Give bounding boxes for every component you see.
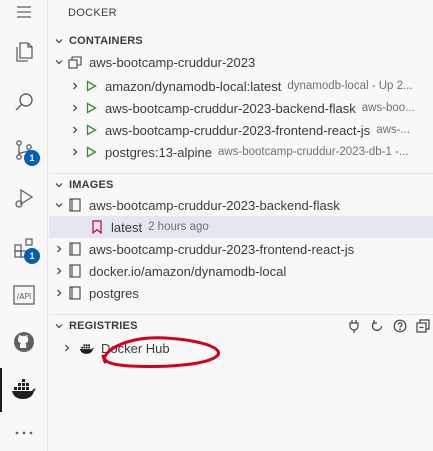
plug-icon[interactable] (346, 318, 362, 334)
container-desc: dynamodb-local - Up 2... (287, 80, 413, 92)
refresh-icon[interactable] (369, 318, 385, 334)
container-desc: aws-... (376, 124, 411, 136)
more-icon[interactable] (0, 418, 48, 448)
registries-toolbar (346, 318, 431, 334)
menu-icon[interactable] (0, 0, 48, 24)
chevron-right-icon (51, 266, 67, 276)
github-icon[interactable] (0, 320, 48, 364)
image-name: aws-bootcamp-cruddur-2023-backend-flask (89, 197, 340, 213)
api-icon[interactable]: /API (0, 273, 48, 317)
image-icon (67, 263, 83, 279)
image-tag-desc: 2 hours ago (148, 221, 209, 233)
compose-group-icon (67, 54, 83, 70)
containers-header-label: CONTAINERS (69, 35, 143, 47)
docker-icon[interactable] (0, 368, 48, 412)
chevron-right-icon (67, 103, 83, 113)
image-row[interactable]: docker.io/amazon/dynamodb-local (49, 260, 433, 282)
chevron-right-icon (67, 125, 83, 135)
extensions-icon[interactable]: 1 (0, 226, 48, 270)
chevron-right-icon (67, 81, 83, 91)
registry-name: Docker Hub (101, 340, 170, 356)
running-icon (83, 122, 99, 138)
source-control-icon[interactable]: 1 (0, 128, 48, 172)
registry-row[interactable]: Docker Hub (49, 337, 433, 359)
images-header-label: IMAGES (69, 178, 114, 191)
source-control-badge: 1 (24, 150, 40, 166)
extensions-badge: 1 (24, 248, 40, 264)
image-row[interactable]: postgres (49, 282, 433, 304)
container-group-row[interactable]: aws-bootcamp-cruddur-2023 (49, 51, 433, 73)
chevron-right-icon (59, 343, 75, 353)
registries-header-label: REGISTRIES (69, 319, 138, 332)
docker-sidebar: DOCKER CONTAINERS aws-bootcamp-cruddur-2… (49, 0, 433, 451)
container-name: postgres:13-alpine (105, 144, 212, 160)
chevron-down-icon (49, 321, 69, 331)
help-icon[interactable] (392, 318, 408, 334)
image-tag-name: latest (111, 219, 143, 235)
chevron-down-icon (51, 200, 67, 210)
collapse-all-icon[interactable] (415, 318, 431, 334)
containers-section-header[interactable]: CONTAINERS (49, 30, 433, 52)
sidebar-title: DOCKER (68, 7, 117, 19)
svg-text:/API: /API (17, 292, 31, 301)
chevron-right-icon (51, 288, 67, 298)
image-icon (67, 241, 83, 257)
image-name: docker.io/amazon/dynamodb-local (89, 263, 287, 279)
running-icon (83, 78, 99, 94)
image-row[interactable]: aws-bootcamp-cruddur-2023-frontend-react… (49, 238, 433, 260)
container-row[interactable]: postgres:13-alpine aws-bootcamp-cruddur-… (49, 141, 433, 163)
container-name: amazon/dynamodb-local:latest (105, 78, 282, 94)
container-row[interactable]: amazon/dynamodb-local:latest dynamodb-lo… (49, 75, 433, 97)
image-name: aws-bootcamp-cruddur-2023-frontend-react… (89, 241, 355, 257)
chevron-down-icon (51, 57, 67, 67)
container-desc: aws-bootcamp-cruddur-2023-db-1 -... (217, 146, 409, 158)
container-row[interactable]: aws-bootcamp-cruddur-2023-frontend-react… (49, 119, 433, 141)
image-icon (67, 285, 83, 301)
container-row[interactable]: aws-bootcamp-cruddur-2023-backend-flask … (49, 97, 433, 119)
images-section-header[interactable]: IMAGES (49, 173, 433, 195)
activity-bar: 1 1 /API (0, 0, 48, 451)
image-row[interactable]: aws-bootcamp-cruddur-2023-backend-flask (49, 194, 433, 216)
chevron-right-icon (67, 147, 83, 157)
container-desc: aws-boo... (361, 102, 415, 114)
image-icon (67, 197, 83, 213)
running-icon (83, 100, 99, 116)
chevron-down-icon (49, 180, 69, 190)
chevron-right-icon (51, 244, 67, 254)
image-tag-row[interactable]: latest 2 hours ago (49, 216, 433, 238)
explorer-icon[interactable] (0, 30, 48, 74)
tag-icon (89, 219, 105, 235)
docker-hub-icon (79, 340, 95, 356)
container-name: aws-bootcamp-cruddur-2023-backend-flask (105, 100, 356, 116)
running-icon (83, 144, 99, 160)
container-name: aws-bootcamp-cruddur-2023-frontend-react… (105, 122, 371, 138)
run-debug-icon[interactable] (0, 176, 48, 220)
chevron-down-icon (49, 36, 69, 46)
search-icon[interactable] (0, 80, 48, 124)
image-name: postgres (89, 285, 139, 301)
container-group-name: aws-bootcamp-cruddur-2023 (89, 54, 256, 70)
